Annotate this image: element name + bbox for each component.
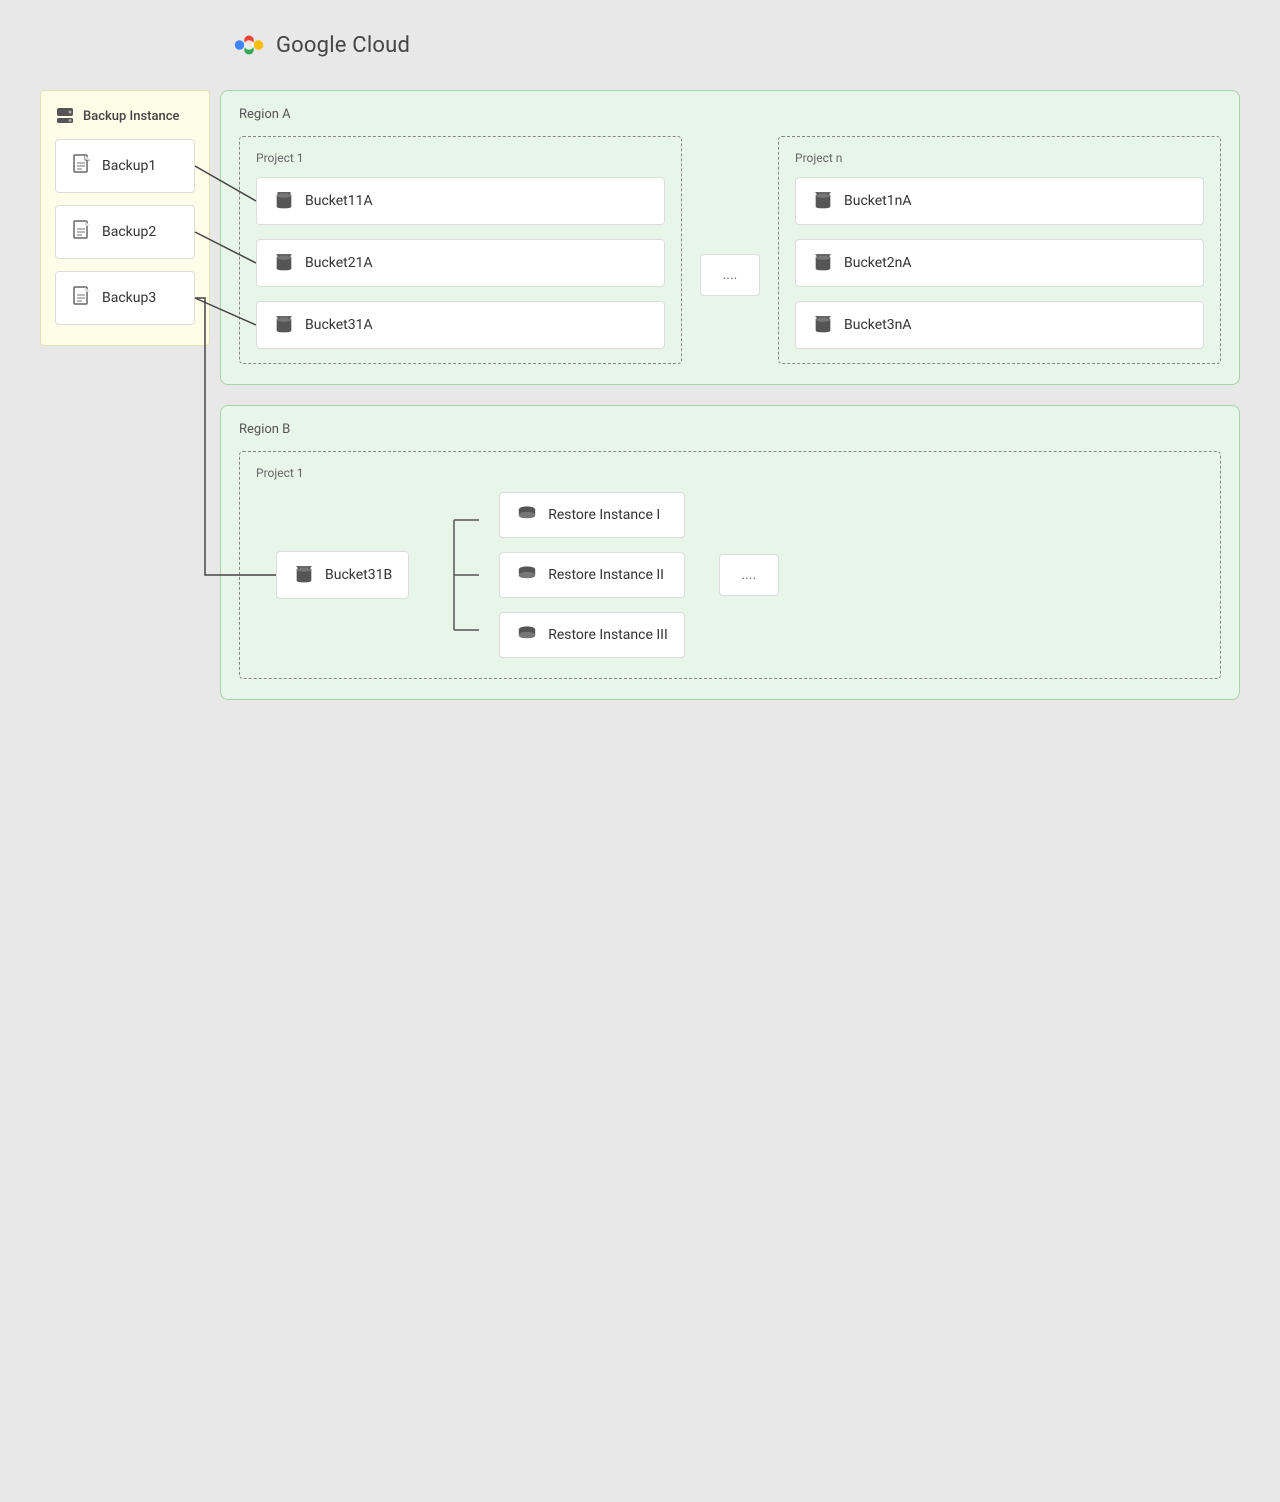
backup-panel: Backup Instance Backup1 Backup2	[40, 90, 210, 346]
cloud-area: Google Cloud Region A Project 1	[210, 30, 1240, 700]
bucket31a-item: Bucket31A	[256, 301, 665, 349]
projectn-bucket-list: Bucket1nA Bucket2nA	[795, 177, 1204, 349]
restore-connector	[449, 495, 479, 655]
region-b-project: Project 1 Bucket31B	[239, 451, 1221, 679]
google-cloud-header: Google Cloud	[220, 30, 1240, 70]
main-container: Backup Instance Backup1 Backup2	[40, 30, 1240, 700]
bucket-icon	[273, 252, 295, 274]
ellipsis-middle: ....	[700, 254, 760, 296]
backup1-item: Backup1	[55, 139, 195, 193]
restore-ellipsis: ....	[719, 554, 779, 596]
project1-bucket-list: Bucket11A Bucket21A	[256, 177, 665, 349]
db-icon	[516, 565, 538, 585]
bucket-icon	[812, 314, 834, 336]
backup2-item: Backup2	[55, 205, 195, 259]
db-icon	[516, 505, 538, 525]
bucket-icon	[273, 190, 295, 212]
region-a-box: Region A Project 1	[220, 90, 1240, 385]
region-b-box: Region B Project 1 Bucket31B	[220, 405, 1240, 700]
google-cloud-text: Google Cloud	[276, 33, 410, 58]
doc-icon	[72, 286, 92, 310]
bucket31b-item: Bucket31B	[276, 551, 409, 599]
ellipsis-col: ....	[700, 136, 760, 364]
project1-label: Project 1	[256, 151, 665, 165]
bucket-icon	[812, 252, 834, 274]
doc-icon	[72, 220, 92, 244]
bucket21a-item: Bucket21A	[256, 239, 665, 287]
projectn-box: Project n Bucket1nA	[778, 136, 1221, 364]
bucket-icon	[812, 190, 834, 212]
project1-box: Project 1 Bucket11A	[239, 136, 682, 364]
backup-instance-icon	[55, 107, 75, 125]
region-b-content: Bucket31B	[256, 492, 1204, 658]
region-a-label: Region A	[239, 107, 1221, 122]
google-cloud-logo	[230, 30, 268, 60]
bucket11a-item: Bucket11A	[256, 177, 665, 225]
projectn-label: Project n	[795, 151, 1204, 165]
bucket31b-wrapper: Bucket31B	[276, 551, 429, 599]
backup3-item: Backup3	[55, 271, 195, 325]
doc-icon	[72, 154, 92, 178]
bucket2na-item: Bucket2nA	[795, 239, 1204, 287]
restore-instances-list: Restore Instance I Restore Instance II	[499, 492, 685, 658]
restore-instance-2: Restore Instance II	[499, 552, 685, 598]
restore-instance-1: Restore Instance I	[499, 492, 685, 538]
bucket1na-item: Bucket1nA	[795, 177, 1204, 225]
bucket3na-item: Bucket3nA	[795, 301, 1204, 349]
region-b-project-label: Project 1	[256, 466, 1204, 480]
backup-panel-title: Backup Instance	[55, 107, 195, 125]
bucket-icon	[273, 314, 295, 336]
restore-instance-3: Restore Instance III	[499, 612, 685, 658]
db-icon	[516, 625, 538, 645]
region-b-label: Region B	[239, 422, 1221, 437]
region-a-inner: Project 1 Bucket11A	[239, 136, 1221, 364]
bucket-icon	[293, 564, 315, 586]
